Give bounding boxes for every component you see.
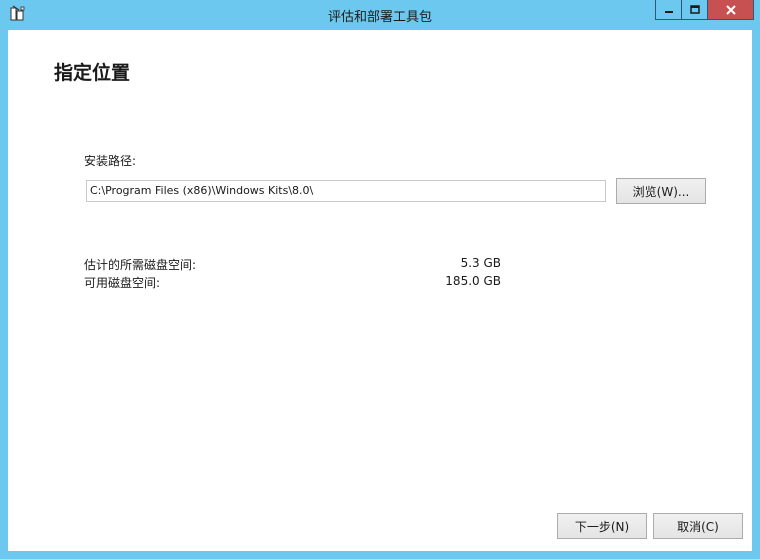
available-space-label: 可用磁盘空间:: [84, 276, 161, 290]
estimated-space-label: 估计的所需磁盘空间:: [84, 258, 197, 272]
estimated-space-value: 5.3 GB: [460, 256, 501, 270]
minimize-icon: [664, 10, 673, 13]
maximize-button[interactable]: [682, 0, 708, 20]
install-path-input[interactable]: C:\Program Files (x86)\Windows Kits\8.0\: [86, 180, 606, 202]
client-area: 指定位置 安装路径: C:\Program Files (x86)\Window…: [8, 30, 752, 551]
installer-window: 评估和部署工具包 指定位置 安装路径: C:\Program Files (x8…: [0, 0, 760, 559]
install-path-label: 安装路径:: [84, 154, 137, 168]
window-title: 评估和部署工具包: [327, 10, 432, 25]
minimize-button[interactable]: [655, 0, 682, 20]
maximize-icon: [689, 4, 700, 14]
title-bar[interactable]: 评估和部署工具包: [0, 0, 760, 30]
page-title: 指定位置: [54, 62, 131, 84]
cancel-button[interactable]: 取消(C): [653, 513, 743, 539]
close-icon: [725, 4, 736, 15]
browse-button[interactable]: 浏览(W)...: [616, 178, 706, 204]
next-button[interactable]: 下一步(N): [557, 513, 647, 539]
close-button[interactable]: [708, 0, 754, 20]
available-space-value: 185.0 GB: [445, 274, 501, 288]
